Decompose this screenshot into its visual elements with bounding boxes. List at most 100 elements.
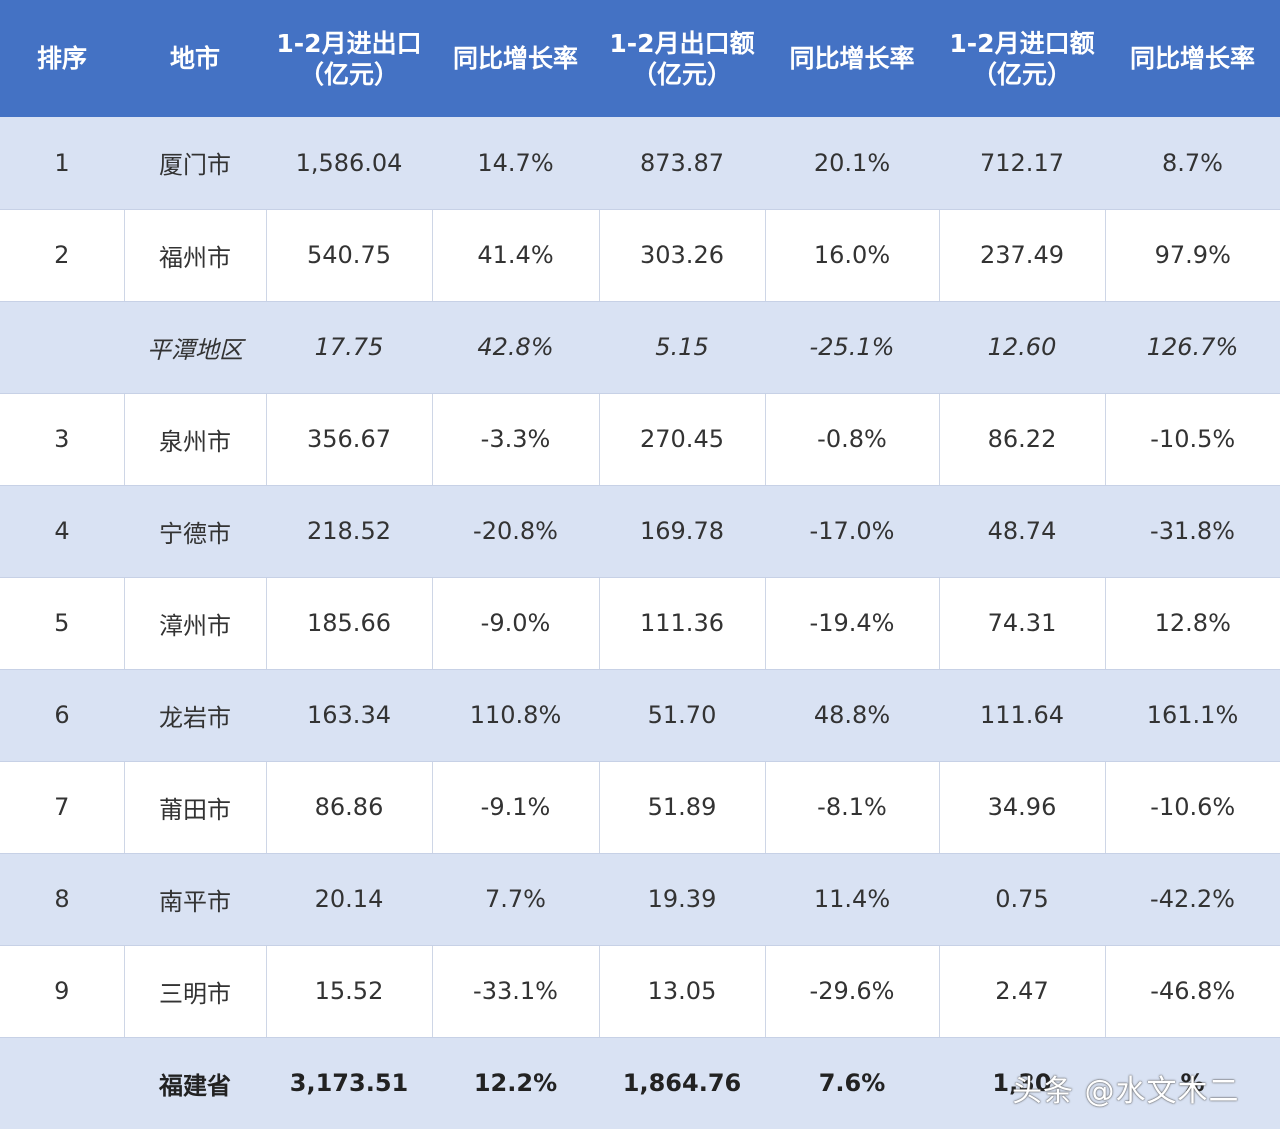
cell-import: 86.22 [939, 393, 1106, 486]
table-row: 8 南平市 20.14 7.7% 19.39 11.4% 0.75 -42.2% [0, 853, 1280, 946]
cell-import-growth: 126.7% [1105, 301, 1280, 394]
cell-import: 111.64 [939, 669, 1105, 762]
cell-export: 1,864.76 [599, 1037, 765, 1129]
cell-total-growth: 12.2% [432, 1037, 599, 1129]
cell-export: 303.26 [599, 209, 766, 302]
cell-export-growth: -8.1% [765, 761, 940, 854]
cell-import-growth: 8.7% [1105, 117, 1280, 210]
cell-rank [0, 301, 124, 394]
cell-rank: 3 [0, 393, 125, 486]
watermark: 头条 @水文木二 [1012, 1074, 1240, 1109]
cell-total-growth: 7.7% [432, 853, 599, 946]
cell-export-growth: 7.6% [765, 1037, 939, 1129]
cell-city: 三明市 [124, 945, 267, 1038]
cell-import: 712.17 [939, 117, 1105, 210]
cell-import-growth: 97.9% [1105, 209, 1280, 302]
cell-city: 漳州市 [124, 577, 267, 670]
header-export: 1-2月出口额 （亿元） [599, 0, 765, 117]
header-export-growth: 同比增长率 [765, 0, 939, 117]
cell-total-growth: 41.4% [432, 209, 600, 302]
cell-total-growth: -20.8% [432, 485, 599, 578]
cell-import-growth: 161.1% [1105, 669, 1280, 762]
cell-total: 185.66 [266, 577, 433, 670]
cell-rank: 6 [0, 669, 124, 762]
header-city: 地市 [124, 0, 266, 117]
cell-export-growth: -0.8% [765, 393, 940, 486]
table-row: 7 莆田市 86.86 -9.1% 51.89 -8.1% 34.96 -10.… [0, 761, 1280, 854]
table-row: 6 龙岩市 163.34 110.8% 51.70 48.8% 111.64 1… [0, 669, 1280, 762]
header-import-growth: 同比增长率 [1105, 0, 1280, 117]
cell-total: 163.34 [266, 669, 432, 762]
cell-import-growth: -10.5% [1105, 393, 1280, 486]
cell-import: 34.96 [939, 761, 1106, 854]
cell-export-growth: 48.8% [765, 669, 939, 762]
cell-total: 3,173.51 [266, 1037, 432, 1129]
header-row: 排序 地市 1-2月进出口 （亿元） 同比增长率 1-2月出口额 （亿元） 同比增长… [0, 0, 1280, 117]
table-row: 1 厦门市 1,586.04 14.7% 873.87 20.1% 712.17… [0, 117, 1280, 210]
cell-export-growth: 16.0% [765, 209, 940, 302]
cell-total: 17.75 [266, 301, 432, 394]
cell-total: 540.75 [266, 209, 433, 302]
trade-table: 排序 地市 1-2月进出口 （亿元） 同比增长率 1-2月出口额 （亿元） 同比增长… [0, 0, 1280, 1129]
cell-export: 19.39 [599, 853, 765, 946]
table-row: 2 福州市 540.75 41.4% 303.26 16.0% 237.49 9… [0, 209, 1280, 302]
table-row: 5 漳州市 185.66 -9.0% 111.36 -19.4% 74.31 1… [0, 577, 1280, 670]
cell-import-growth: 12.8% [1105, 577, 1280, 670]
cell-import: 2.47 [939, 945, 1106, 1038]
cell-city: 福州市 [124, 209, 267, 302]
cell-total-growth: 42.8% [432, 301, 599, 394]
cell-import: 0.75 [939, 853, 1105, 946]
cell-city: 福建省 [124, 1037, 266, 1129]
cell-city: 平潭地区 [124, 301, 266, 394]
page: 排序 地市 1-2月进出口 （亿元） 同比增长率 1-2月出口额 （亿元） 同比增长… [0, 0, 1280, 1132]
cell-import: 74.31 [939, 577, 1106, 670]
cell-export: 51.70 [599, 669, 765, 762]
cell-total: 1,586.04 [266, 117, 432, 210]
cell-total: 20.14 [266, 853, 432, 946]
cell-export: 873.87 [599, 117, 765, 210]
cell-city: 龙岩市 [124, 669, 266, 762]
cell-export-growth: 11.4% [765, 853, 939, 946]
cell-city: 莆田市 [124, 761, 267, 854]
cell-city: 宁德市 [124, 485, 266, 578]
cell-export: 111.36 [599, 577, 766, 670]
cell-city: 南平市 [124, 853, 266, 946]
cell-city: 泉州市 [124, 393, 267, 486]
cell-export: 13.05 [599, 945, 766, 1038]
table-row: 4 宁德市 218.52 -20.8% 169.78 -17.0% 48.74 … [0, 485, 1280, 578]
header-total-trade: 1-2月进出口 （亿元） [266, 0, 432, 117]
cell-rank [0, 1037, 124, 1129]
cell-rank: 1 [0, 117, 124, 210]
cell-total: 15.52 [266, 945, 433, 1038]
cell-rank: 2 [0, 209, 125, 302]
cell-import: 48.74 [939, 485, 1105, 578]
table-row: 9 三明市 15.52 -33.1% 13.05 -29.6% 2.47 -46… [0, 945, 1280, 1038]
cell-export-growth: 20.1% [765, 117, 939, 210]
cell-total: 86.86 [266, 761, 433, 854]
cell-export: 51.89 [599, 761, 766, 854]
cell-total-growth: -9.1% [432, 761, 600, 854]
cell-rank: 9 [0, 945, 125, 1038]
cell-import: 237.49 [939, 209, 1106, 302]
cell-export-growth: -19.4% [765, 577, 940, 670]
cell-import-growth: -31.8% [1105, 485, 1280, 578]
cell-export-growth: -29.6% [765, 945, 940, 1038]
cell-export: 270.45 [599, 393, 766, 486]
header-import: 1-2月进口额 （亿元） [939, 0, 1105, 117]
table-header: 排序 地市 1-2月进出口 （亿元） 同比增长率 1-2月出口额 （亿元） 同比增长… [0, 0, 1280, 117]
cell-total: 218.52 [266, 485, 432, 578]
cell-total-growth: -3.3% [432, 393, 600, 486]
cell-city: 厦门市 [124, 117, 266, 210]
header-total-growth: 同比增长率 [432, 0, 599, 117]
cell-export: 5.15 [599, 301, 765, 394]
cell-total-growth: 14.7% [432, 117, 599, 210]
table-row-subregion: 平潭地区 17.75 42.8% 5.15 -25.1% 12.60 126.7… [0, 301, 1280, 394]
cell-import-growth: -46.8% [1105, 945, 1280, 1038]
table-row: 3 泉州市 356.67 -3.3% 270.45 -0.8% 86.22 -1… [0, 393, 1280, 486]
cell-rank: 4 [0, 485, 124, 578]
table-body: 1 厦门市 1,586.04 14.7% 873.87 20.1% 712.17… [0, 117, 1280, 1129]
cell-rank: 5 [0, 577, 125, 670]
cell-total-growth: -33.1% [432, 945, 600, 1038]
cell-export: 169.78 [599, 485, 765, 578]
cell-export-growth: -17.0% [765, 485, 939, 578]
